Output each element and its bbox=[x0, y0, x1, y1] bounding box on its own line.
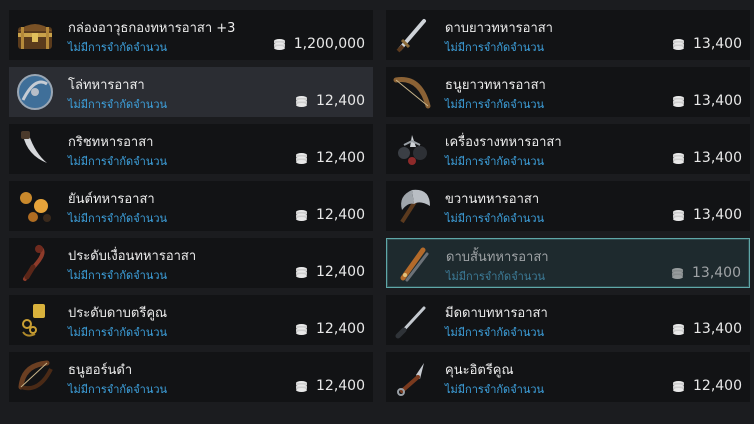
item-name: ขวานทหารอาสา bbox=[445, 192, 540, 207]
item-purchase-limit: ไม่มีการจำกัดจำนวน bbox=[445, 212, 545, 225]
item-price-value: 13,400 bbox=[693, 36, 742, 52]
silver-coin-stack-icon bbox=[295, 152, 308, 165]
item-purchase-limit: ไม่มีการจำกัดจำนวน bbox=[68, 155, 168, 168]
silver-coin-stack-icon bbox=[671, 267, 684, 280]
shop-item[interactable]: ดาบสั้นทหารอาสาไม่มีการจำกัดจำนวน 13,400 bbox=[386, 238, 750, 288]
silver-coin-stack-icon bbox=[672, 95, 685, 108]
item-price: 12,400 bbox=[672, 378, 742, 394]
silver-coin-stack-icon bbox=[672, 323, 685, 336]
item-name: ยันต์ทหารอาสา bbox=[68, 192, 155, 207]
item-price: 13,400 bbox=[672, 93, 742, 109]
longsword-icon bbox=[390, 13, 434, 57]
item-name: ประดับดาบตรีคูณ bbox=[68, 306, 168, 321]
item-price: 12,400 bbox=[295, 93, 365, 109]
shop-item[interactable]: ธนูยาวทหารอาสาไม่มีการจำกัดจำนวน 13,400 bbox=[386, 67, 750, 117]
horn-bow-icon bbox=[13, 355, 57, 399]
item-price: 1,200,000 bbox=[273, 36, 365, 52]
shop-item[interactable]: ดาบยาวทหารอาสาไม่มีการจำกัดจำนวน 13,400 bbox=[386, 10, 750, 60]
item-price-value: 1,200,000 bbox=[293, 36, 365, 52]
item-price: 12,400 bbox=[295, 150, 365, 166]
shop-item-grid: กล่องอาวุธกองทหารอาสา +3 ไม่มีการจำกัดจำน… bbox=[0, 0, 754, 424]
item-purchase-limit: ไม่มีการจำกัดจำนวน bbox=[445, 326, 545, 339]
item-price-value: 12,400 bbox=[316, 378, 365, 394]
item-name: ประดับเงื่อนทหารอาสา bbox=[68, 249, 197, 264]
amulet-icon bbox=[13, 184, 57, 228]
chest-icon bbox=[13, 13, 57, 57]
item-price-value: 12,400 bbox=[316, 93, 365, 109]
shop-item[interactable]: ยันต์ทหารอาสาไม่มีการจำกัดจำนวน 12,400 bbox=[9, 181, 373, 231]
item-purchase-limit: ไม่มีการจำกัดจำนวน bbox=[68, 41, 168, 54]
item-price: 12,400 bbox=[295, 264, 365, 280]
item-name: ธนูยาวทหารอาสา bbox=[445, 78, 546, 93]
kunai-icon bbox=[390, 355, 434, 399]
item-purchase-limit: ไม่มีการจำกัดจำนวน bbox=[445, 98, 545, 111]
silver-coin-stack-icon bbox=[295, 95, 308, 108]
shop-item[interactable]: มีดดาบทหารอาสาไม่มีการจำกัดจำนวน 13,400 bbox=[386, 295, 750, 345]
silver-coin-stack-icon bbox=[672, 380, 685, 393]
item-purchase-limit: ไม่มีการจำกัดจำนวน bbox=[446, 270, 546, 283]
shop-item[interactable]: กล่องอาวุธกองทหารอาสา +3 ไม่มีการจำกัดจำน… bbox=[9, 10, 373, 60]
item-purchase-limit: ไม่มีการจำกัดจำนวน bbox=[445, 383, 545, 396]
silver-coin-stack-icon bbox=[295, 380, 308, 393]
ornament-knot-icon bbox=[13, 241, 57, 285]
item-purchase-limit: ไม่มีการจำกัดจำนวน bbox=[68, 383, 168, 396]
item-purchase-limit: ไม่มีการจำกัดจำนวน bbox=[68, 326, 168, 339]
silver-coin-stack-icon bbox=[672, 152, 685, 165]
item-purchase-limit: ไม่มีการจำกัดจำนวน bbox=[68, 98, 168, 111]
blade-icon bbox=[390, 298, 434, 342]
item-price: 13,400 bbox=[672, 207, 742, 223]
item-purchase-limit: ไม่มีการจำกัดจำนวน bbox=[445, 155, 545, 168]
silver-coin-stack-icon bbox=[273, 38, 286, 51]
item-price-value: 12,400 bbox=[316, 321, 365, 337]
dagger-icon bbox=[13, 127, 57, 171]
item-name: ธนูฮอร์นดำ bbox=[68, 363, 133, 378]
item-name: ดาบสั้นทหารอาสา bbox=[446, 250, 549, 265]
item-price-value: 13,400 bbox=[693, 321, 742, 337]
shop-item[interactable]: ประดับดาบตรีคูณไม่มีการจำกัดจำนวน 12,400 bbox=[9, 295, 373, 345]
item-purchase-limit: ไม่มีการจำกัดจำนวน bbox=[445, 41, 545, 54]
item-name: กล่องอาวุธกองทหารอาสา +3 bbox=[68, 21, 236, 36]
item-purchase-limit: ไม่มีการจำกัดจำนวน bbox=[68, 269, 168, 282]
item-price: 13,400 bbox=[671, 265, 741, 281]
item-price-value: 13,400 bbox=[692, 265, 741, 281]
shop-item[interactable]: ขวานทหารอาสาไม่มีการจำกัดจำนวน 13,400 bbox=[386, 181, 750, 231]
shop-item[interactable]: เครื่องรางทหารอาสาไม่มีการจำกัดจำนวน 13,4… bbox=[386, 124, 750, 174]
shield-icon bbox=[13, 70, 57, 114]
item-name: เครื่องรางทหารอาสา bbox=[445, 135, 562, 150]
silver-coin-stack-icon bbox=[295, 209, 308, 222]
item-price-value: 13,400 bbox=[693, 207, 742, 223]
talisman-icon bbox=[390, 127, 434, 171]
item-price: 12,400 bbox=[295, 378, 365, 394]
item-name: โล่ทหารอาสา bbox=[68, 78, 145, 93]
silver-coin-stack-icon bbox=[672, 38, 685, 51]
silver-coin-stack-icon bbox=[295, 266, 308, 279]
shop-item[interactable]: ธนูฮอร์นดำไม่มีการจำกัดจำนวน 12,400 bbox=[9, 352, 373, 402]
item-price: 13,400 bbox=[672, 36, 742, 52]
item-name: กริชทหารอาสา bbox=[68, 135, 154, 150]
sword-ornament-icon bbox=[13, 298, 57, 342]
item-price-value: 13,400 bbox=[693, 93, 742, 109]
shop-item[interactable]: กริชทหารอาสาไม่มีการจำกัดจำนวน 12,400 bbox=[9, 124, 373, 174]
item-price: 13,400 bbox=[672, 321, 742, 337]
silver-coin-stack-icon bbox=[672, 209, 685, 222]
item-purchase-limit: ไม่มีการจำกัดจำนวน bbox=[68, 212, 168, 225]
item-price-value: 12,400 bbox=[316, 264, 365, 280]
item-price: 12,400 bbox=[295, 207, 365, 223]
item-price-value: 12,400 bbox=[693, 378, 742, 394]
shop-item[interactable]: ประดับเงื่อนทหารอาสาไม่มีการจำกัดจำนวน 12… bbox=[9, 238, 373, 288]
item-name: คุนะอิตรีคูณ bbox=[445, 363, 514, 378]
shop-item[interactable]: คุนะอิตรีคูณไม่มีการจำกัดจำนวน 12,400 bbox=[386, 352, 750, 402]
silver-coin-stack-icon bbox=[295, 323, 308, 336]
longbow-icon bbox=[390, 70, 434, 114]
item-price: 12,400 bbox=[295, 321, 365, 337]
item-name: ดาบยาวทหารอาสา bbox=[445, 21, 553, 36]
item-price-value: 12,400 bbox=[316, 207, 365, 223]
shortswords-icon bbox=[391, 242, 435, 286]
axe-icon bbox=[390, 184, 434, 228]
item-price-value: 12,400 bbox=[316, 150, 365, 166]
item-name: มีดดาบทหารอาสา bbox=[445, 306, 548, 321]
shop-item[interactable]: โล่ทหารอาสาไม่มีการจำกัดจำนวน 12,400 bbox=[9, 67, 373, 117]
item-price: 13,400 bbox=[672, 150, 742, 166]
item-price-value: 13,400 bbox=[693, 150, 742, 166]
